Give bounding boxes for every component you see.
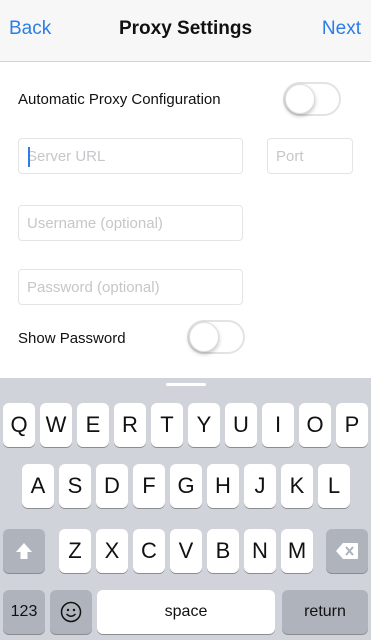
key-c[interactable]: C bbox=[133, 529, 165, 573]
show-password-label: Show Password bbox=[18, 330, 126, 347]
text-cursor bbox=[28, 147, 30, 167]
automatic-proxy-toggle[interactable] bbox=[283, 82, 341, 116]
key-l[interactable]: L bbox=[318, 464, 350, 508]
key-a[interactable]: A bbox=[22, 464, 54, 508]
toggle-knob bbox=[189, 322, 219, 352]
key-v[interactable]: V bbox=[170, 529, 202, 573]
toggle-knob bbox=[285, 84, 315, 114]
proxy-settings-form: Automatic Proxy Configuration Show Passw… bbox=[0, 62, 371, 378]
key-u[interactable]: U bbox=[225, 403, 257, 447]
port-input[interactable] bbox=[268, 139, 352, 173]
username-field[interactable] bbox=[18, 205, 243, 241]
key-d[interactable]: D bbox=[96, 464, 128, 508]
key-q[interactable]: Q bbox=[3, 403, 35, 447]
username-input[interactable] bbox=[19, 206, 242, 240]
key-m[interactable]: M bbox=[281, 529, 313, 573]
space-key[interactable]: space bbox=[97, 590, 275, 634]
key-r[interactable]: R bbox=[114, 403, 146, 447]
key-t[interactable]: T bbox=[151, 403, 183, 447]
password-input[interactable] bbox=[19, 270, 242, 304]
shift-icon bbox=[3, 541, 45, 561]
key-z[interactable]: Z bbox=[59, 529, 91, 573]
server-url-field[interactable] bbox=[18, 138, 243, 174]
key-y[interactable]: Y bbox=[188, 403, 220, 447]
key-b[interactable]: B bbox=[207, 529, 239, 573]
key-o[interactable]: O bbox=[299, 403, 331, 447]
key-p[interactable]: P bbox=[336, 403, 368, 447]
keyboard-handle bbox=[166, 383, 206, 386]
page-title: Proxy Settings bbox=[118, 18, 253, 39]
key-x[interactable]: X bbox=[96, 529, 128, 573]
shift-key[interactable] bbox=[3, 529, 45, 573]
back-button[interactable]: Back bbox=[9, 18, 51, 40]
key-e[interactable]: E bbox=[77, 403, 109, 447]
automatic-proxy-label: Automatic Proxy Configuration bbox=[18, 91, 221, 108]
emoji-icon bbox=[50, 601, 92, 623]
password-field[interactable] bbox=[18, 269, 243, 305]
numbers-key[interactable]: 123 bbox=[3, 590, 45, 634]
delete-icon bbox=[326, 542, 368, 560]
next-button[interactable]: Next bbox=[322, 18, 361, 40]
navigation-bar: Back Proxy Settings Next bbox=[0, 0, 371, 62]
return-key[interactable]: return bbox=[282, 590, 368, 634]
port-field[interactable] bbox=[267, 138, 353, 174]
server-url-input[interactable] bbox=[19, 139, 242, 173]
key-i[interactable]: I bbox=[262, 403, 294, 447]
key-k[interactable]: K bbox=[281, 464, 313, 508]
show-password-toggle[interactable] bbox=[187, 320, 245, 354]
key-f[interactable]: F bbox=[133, 464, 165, 508]
key-g[interactable]: G bbox=[170, 464, 202, 508]
key-n[interactable]: N bbox=[244, 529, 276, 573]
emoji-key[interactable] bbox=[50, 590, 92, 634]
on-screen-keyboard: Q W E R T Y U I O P A S D F G H J K L Z … bbox=[0, 378, 371, 640]
key-j[interactable]: J bbox=[244, 464, 276, 508]
key-w[interactable]: W bbox=[40, 403, 72, 447]
delete-key[interactable] bbox=[326, 529, 368, 573]
key-h[interactable]: H bbox=[207, 464, 239, 508]
key-s[interactable]: S bbox=[59, 464, 91, 508]
